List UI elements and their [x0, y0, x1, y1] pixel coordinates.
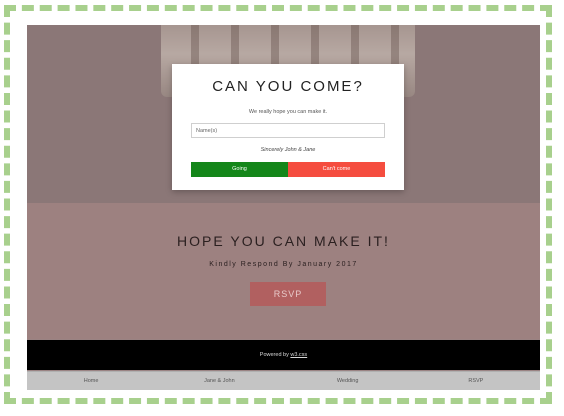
bottom-nav: Home Jane & John Wedding RSVP — [27, 371, 540, 390]
footer-link[interactable]: w3.css — [290, 352, 307, 358]
nav-item-jane-john[interactable]: Jane & John — [155, 372, 283, 390]
cant-come-button[interactable]: Can't come — [288, 162, 385, 177]
names-input[interactable] — [191, 123, 385, 138]
page-viewport: HOPE YOU CAN MAKE IT! Kindly Respond By … — [27, 25, 540, 390]
modal-title: CAN YOU COME? — [212, 78, 364, 95]
footer: Powered by w3.css — [27, 340, 540, 370]
modal-subtitle: We really hope you can make it. — [248, 109, 328, 115]
rsvp-modal: CAN YOU COME? We really hope you can mak… — [172, 64, 404, 190]
footer-text: Powered by — [259, 352, 291, 358]
nav-item-home[interactable]: Home — [27, 372, 155, 390]
rsvp-section — [27, 203, 540, 339]
signature-text: Sincerely John & Jane — [260, 147, 316, 153]
going-button[interactable]: Going — [191, 162, 288, 177]
rsvp-button[interactable]: RSVP — [250, 282, 326, 306]
respond-by-text: Kindly Respond By January 2017 — [209, 261, 358, 268]
nav-item-wedding[interactable]: Wedding — [284, 372, 412, 390]
nav-item-rsvp[interactable]: RSVP — [412, 372, 540, 390]
hope-title: HOPE YOU CAN MAKE IT! — [177, 233, 390, 249]
